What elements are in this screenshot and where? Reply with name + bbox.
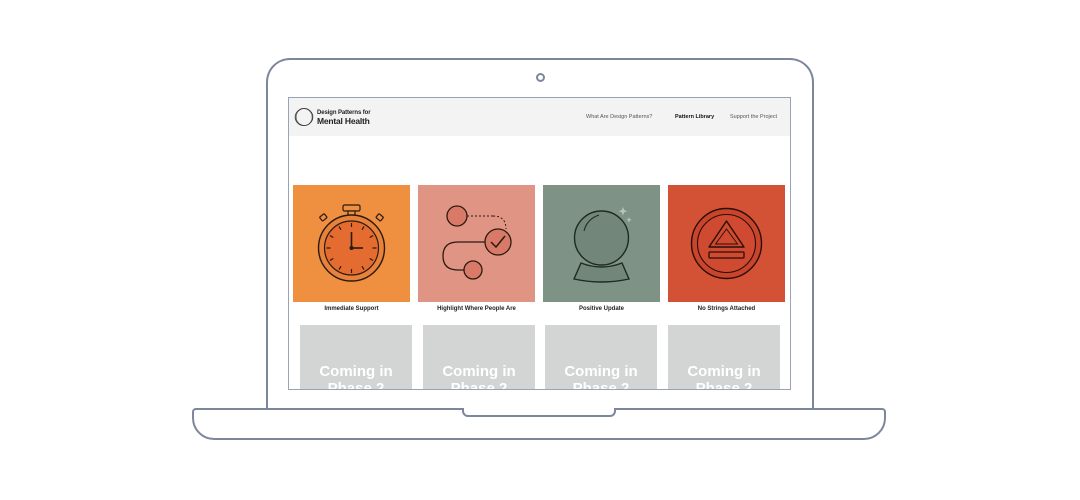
eject-button-icon (668, 185, 785, 302)
site-header: Design Patterns for Mental Health What A… (289, 98, 790, 136)
pattern-label[interactable]: No Strings Attached (668, 306, 785, 312)
nav-what-are-design-patterns[interactable]: What Are Design Patterns? (586, 114, 652, 120)
laptop-trackpad-notch (462, 408, 616, 417)
pattern-label[interactable]: Positive Update (543, 306, 660, 312)
coming-soon-text: Coming in Phase 2 (687, 363, 761, 390)
coming-soon-card[interactable]: Coming in Phase 2 (423, 325, 535, 390)
progress-path-icon (418, 185, 535, 302)
pattern-label[interactable]: Highlight Where People Are (418, 306, 535, 312)
laptop-screen: Design Patterns for Mental Health What A… (288, 97, 791, 390)
coming-soon-card[interactable]: Coming in Phase 2 (668, 325, 780, 390)
pattern-card-immediate-support[interactable] (293, 185, 410, 302)
coming-soon-card[interactable]: Coming in Phase 2 (300, 325, 412, 390)
pattern-card-no-strings-attached[interactable] (668, 185, 785, 302)
laptop-mockup: Design Patterns for Mental Health What A… (0, 0, 1080, 500)
logo-circle-icon[interactable] (294, 107, 314, 127)
coming-soon-text: Coming in Phase 2 (319, 363, 393, 390)
camera-icon (536, 73, 545, 82)
coming-soon-text: Coming in Phase 2 (442, 363, 516, 390)
logo-text-line2[interactable]: Mental Health (317, 116, 370, 126)
pattern-card-highlight-where-people-are[interactable] (418, 185, 535, 302)
pattern-label[interactable]: Immediate Support (293, 306, 410, 312)
nav-support-the-project[interactable]: Support the Project (730, 114, 777, 120)
nav-pattern-library[interactable]: Pattern Library (675, 114, 714, 120)
crystal-ball-icon (543, 185, 660, 302)
coming-soon-text: Coming in Phase 2 (564, 363, 638, 390)
coming-soon-card[interactable]: Coming in Phase 2 (545, 325, 657, 390)
pattern-card-positive-update[interactable] (543, 185, 660, 302)
stopwatch-icon (293, 185, 410, 302)
